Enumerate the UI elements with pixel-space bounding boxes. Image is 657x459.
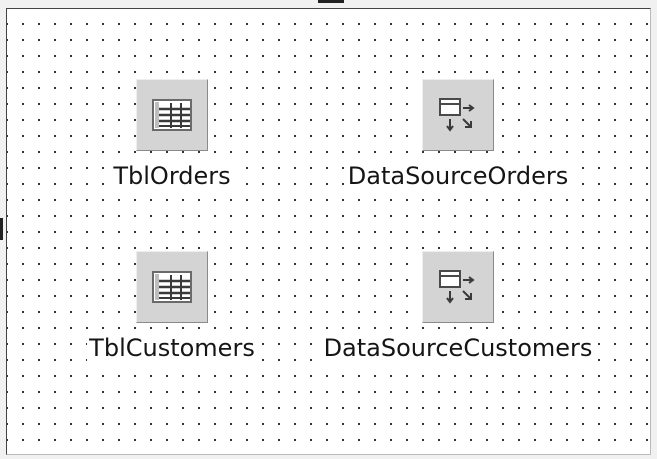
component-tbl-orders[interactable]: TblOrders	[77, 79, 267, 191]
left-resize-handle[interactable]	[0, 218, 3, 240]
table-icon[interactable]	[136, 79, 208, 151]
component-label: DataSourceCustomers	[321, 333, 595, 363]
datasource-icon[interactable]	[422, 251, 494, 323]
data-module-design-surface[interactable]: TblOrders DataSourceOrders TblCustomers …	[6, 8, 651, 455]
component-tbl-customers[interactable]: TblCustomers	[57, 251, 287, 363]
component-datasource-orders[interactable]: DataSourceOrders	[313, 79, 603, 191]
component-label: TblCustomers	[87, 333, 257, 363]
datasource-icon[interactable]	[422, 79, 494, 151]
component-label: TblOrders	[111, 161, 233, 191]
component-datasource-customers[interactable]: DataSourceCustomers	[303, 251, 613, 363]
top-resize-handle[interactable]	[318, 0, 344, 3]
component-label: DataSourceOrders	[345, 161, 571, 191]
form-designer-window: TblOrders DataSourceOrders TblCustomers …	[0, 0, 657, 459]
table-icon[interactable]	[136, 251, 208, 323]
